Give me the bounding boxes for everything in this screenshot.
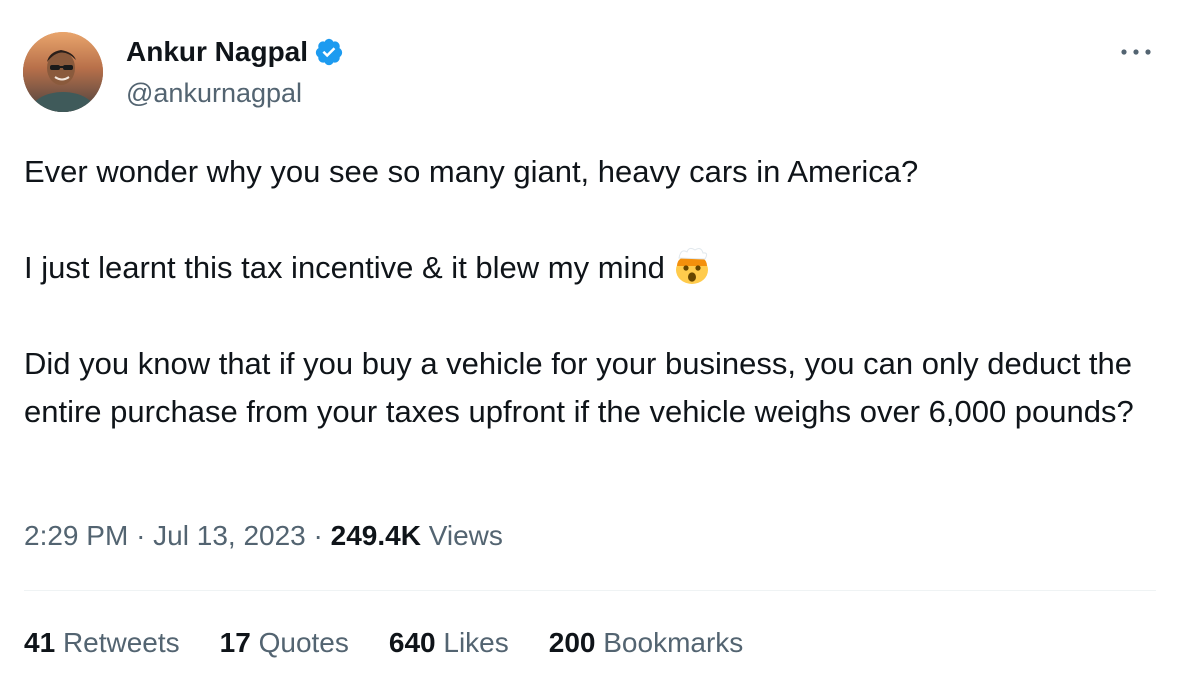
avatar[interactable] (23, 32, 103, 112)
tweet-paragraph: Ever wonder why you see so many giant, h… (24, 154, 919, 189)
quotes-stat[interactable]: 17 Quotes (220, 624, 349, 662)
tweet-time[interactable]: 2:29 PM (24, 520, 128, 551)
tweet-text: Ever wonder why you see so many giant, h… (24, 148, 1164, 436)
retweets-label: Retweets (62, 627, 180, 658)
views-count: 249.4K (330, 520, 421, 551)
profile-photo (23, 32, 103, 112)
retweets-count: 41 (24, 627, 56, 658)
tweet-card: Ankur Nagpal @ankurnagpal Ever wonder wh… (0, 0, 1180, 678)
verified-badge-icon (314, 37, 344, 67)
tweet-paragraph: Did you know that if you buy a vehicle f… (24, 346, 1134, 429)
bookmarks-stat[interactable]: 200 Bookmarks (549, 624, 744, 662)
retweets-stat[interactable]: 41 Retweets (24, 624, 180, 662)
tweet-date[interactable]: Jul 13, 2023 (153, 520, 306, 551)
bookmarks-label: Bookmarks (603, 627, 744, 658)
likes-stat[interactable]: 640 Likes (389, 624, 509, 662)
quotes-label: Quotes (258, 627, 349, 658)
meta-separator: · (136, 520, 146, 551)
views-label: Views (428, 520, 503, 551)
quotes-count: 17 (219, 627, 251, 658)
divider (24, 590, 1156, 591)
bookmarks-count: 200 (548, 627, 596, 658)
author-name-row: Ankur Nagpal (126, 34, 344, 70)
meta-separator: · (313, 520, 323, 551)
exploding-head-emoji-icon (671, 244, 713, 286)
likes-label: Likes (443, 627, 509, 658)
tweet-meta: 2:29 PM · Jul 13, 2023 · 249.4K Views (24, 517, 503, 555)
author-display-name[interactable]: Ankur Nagpal (126, 34, 308, 70)
author-handle[interactable]: @ankurnagpal (126, 76, 302, 110)
tweet-paragraph: I just learnt this tax incentive & it bl… (24, 244, 1164, 292)
engagement-stats: 41 Retweets 17 Quotes 640 Likes 200 Book… (24, 624, 743, 662)
likes-count: 640 (388, 627, 436, 658)
more-options-button[interactable] (1118, 40, 1154, 64)
more-options-icon (1121, 49, 1151, 55)
